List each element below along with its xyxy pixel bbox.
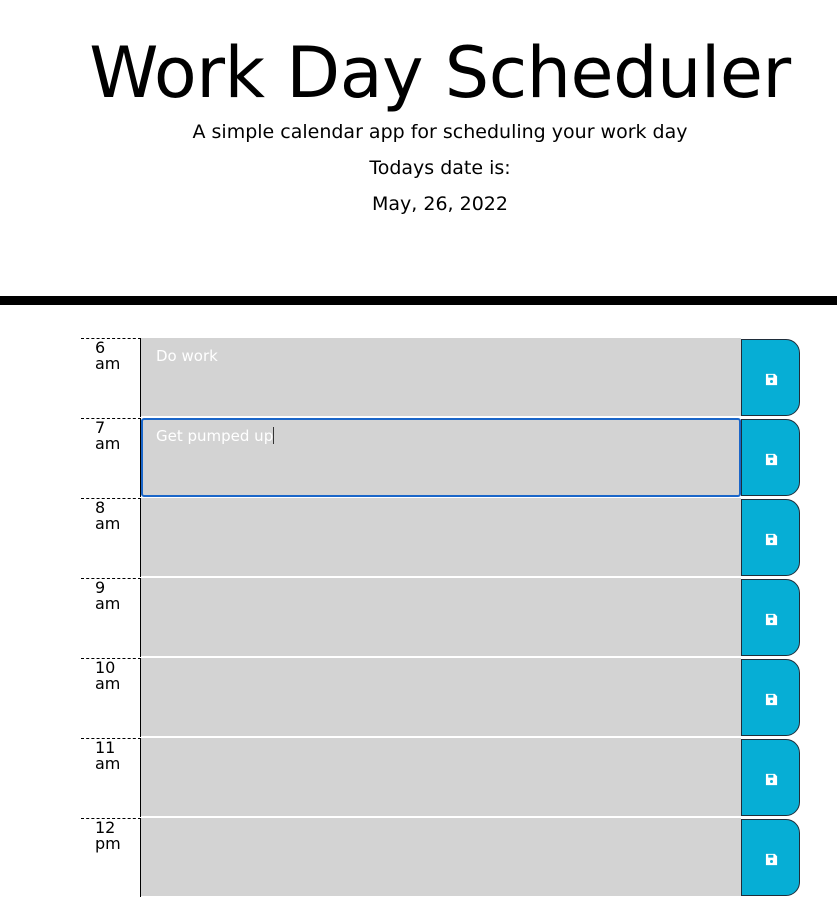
time-block-row: 11 am (0, 738, 837, 818)
page-subtitle: A simple calendar app for scheduling you… (192, 121, 688, 143)
page-header: Work Day Scheduler A simple calendar app… (0, 0, 837, 296)
floppy-disk-icon (765, 453, 778, 466)
event-description-input[interactable]: Do work (141, 338, 741, 417)
floppy-disk-icon (765, 693, 778, 706)
hour-period: am (95, 434, 121, 453)
hour-period: am (95, 514, 121, 533)
time-block-row: 10 am (0, 658, 837, 738)
time-block-row: 6 am Do work (0, 338, 837, 418)
save-button[interactable] (741, 339, 800, 416)
time-block-row: 7 am Get pumped up (0, 418, 837, 498)
save-button[interactable] (741, 499, 800, 576)
event-description-input[interactable] (141, 498, 741, 577)
hour-period: pm (95, 834, 121, 853)
date-label: Todays date is: (369, 157, 511, 179)
hour-period: am (95, 674, 121, 693)
hour-period: am (95, 754, 121, 773)
hour-period: am (95, 354, 121, 373)
event-description-input[interactable] (141, 578, 741, 657)
floppy-disk-icon (765, 773, 778, 786)
text-cursor (273, 427, 275, 444)
save-button[interactable] (741, 659, 800, 736)
floppy-disk-icon (765, 613, 778, 626)
hour-label: 11 am (81, 738, 141, 817)
event-text: Get pumped up (156, 427, 274, 445)
hour-label: 7 am (81, 418, 141, 497)
hour-label: 12 pm (81, 818, 141, 897)
event-description-input[interactable] (141, 818, 741, 897)
page-title: Work Day Scheduler (89, 32, 791, 114)
hour-period: am (95, 594, 121, 613)
save-button[interactable] (741, 419, 800, 496)
event-description-input[interactable] (141, 738, 741, 817)
hour-label: 9 am (81, 578, 141, 657)
save-button[interactable] (741, 819, 800, 896)
hour-label: 10 am (81, 658, 141, 737)
save-button[interactable] (741, 579, 800, 656)
event-text: Do work (156, 347, 218, 365)
floppy-disk-icon (765, 533, 778, 546)
header-divider (0, 296, 837, 305)
floppy-disk-icon (765, 373, 778, 386)
event-description-input[interactable] (141, 658, 741, 737)
time-block-row: 8 am (0, 498, 837, 578)
hour-label: 6 am (81, 338, 141, 417)
save-button[interactable] (741, 739, 800, 816)
event-description-input[interactable]: Get pumped up (141, 418, 741, 497)
floppy-disk-icon (765, 853, 778, 866)
time-block-row: 12 pm (0, 818, 837, 898)
time-block-row: 9 am (0, 578, 837, 658)
hour-label: 8 am (81, 498, 141, 577)
current-date: May, 26, 2022 (372, 193, 508, 215)
